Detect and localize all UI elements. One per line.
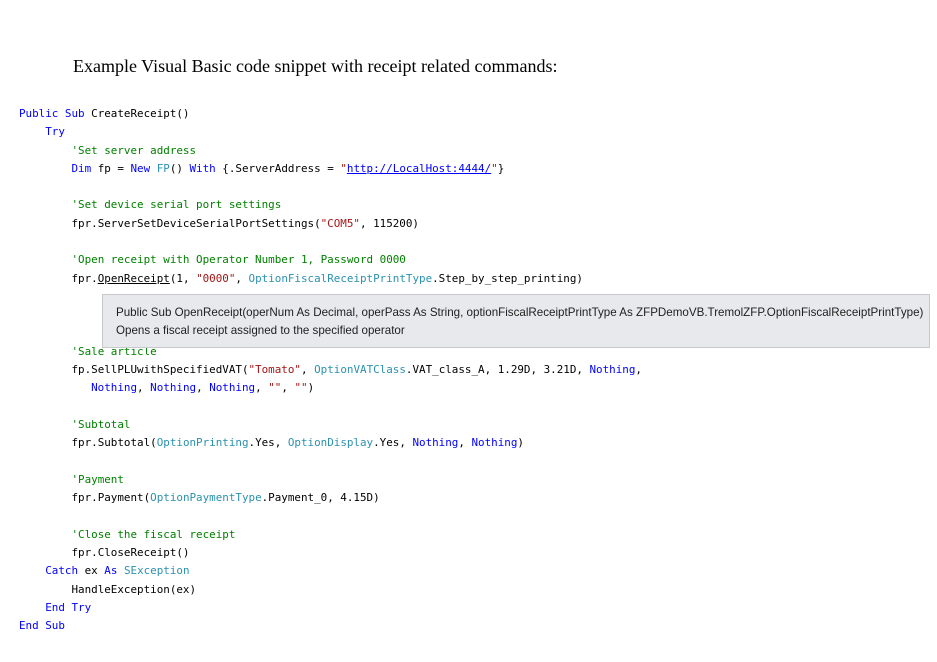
code-block: Public Sub CreateReceipt() Try 'Set serv… (19, 105, 642, 636)
code-line: fp.SellPLUwithSpecifiedVAT("Tomato", Opt… (19, 361, 642, 379)
code-line: Catch ex As SException (19, 562, 642, 580)
keyword: Nothing (412, 436, 459, 450)
code-comment: 'Set device serial port settings (71, 198, 282, 212)
string-literal: "" (268, 381, 282, 395)
code-line: fpr.Payment(OptionPaymentType.Payment_0,… (19, 489, 642, 507)
type-name: OptionVATClass (314, 363, 406, 377)
keyword: Sub (64, 107, 85, 120)
code-text: CreateReceipt() (84, 107, 190, 120)
keyword: Dim (71, 161, 92, 175)
code-text: fpr.Subtotal( (71, 436, 157, 450)
keyword: Catch (45, 564, 79, 578)
quickinfo-tooltip: Public Sub OpenReceipt(operNum As Decima… (102, 294, 930, 348)
keyword: End (45, 601, 65, 615)
code-line: Dim fp = New FP() With {.ServerAddress =… (19, 160, 642, 178)
code-comment: 'Close the fiscal receipt (71, 527, 236, 541)
string-literal: "COM5" (320, 216, 360, 230)
tooltip-description: Opens a fiscal receipt assigned to the s… (116, 324, 405, 337)
type-name: FP (156, 161, 170, 175)
code-text: fpr.ServerSetDeviceSerialPortSettings( (71, 216, 321, 230)
code-text: ) (517, 436, 524, 450)
code-text: ex (78, 564, 105, 578)
code-text: fpr. (71, 271, 98, 285)
open-receipt-method[interactable]: OpenReceipt (98, 272, 170, 285)
code-line: Try (19, 123, 642, 141)
snippet-heading: Example Visual Basic code snippet with r… (73, 56, 558, 76)
code-line: 'Close the fiscal receipt (19, 526, 642, 544)
code-text: () (169, 161, 190, 175)
code-text: .Yes, (373, 436, 413, 450)
code-text: } (497, 161, 505, 175)
string-literal: "" (294, 381, 308, 395)
code-text: , (635, 363, 642, 377)
code-line: 'Set server address (19, 142, 642, 160)
code-comment: 'Set server address (71, 143, 197, 157)
code-text: {.ServerAddress = (215, 161, 341, 175)
code-line: 'Payment (19, 471, 642, 489)
code-line: End Sub (19, 617, 642, 635)
keyword: Public (19, 107, 59, 120)
code-text: .Payment_0, 4.15D) (261, 491, 380, 505)
code-comment: 'Subtotal (71, 418, 131, 432)
code-comment: 'Payment (71, 472, 124, 486)
code-text: fp = (91, 161, 131, 175)
code-line: End Try (19, 599, 642, 617)
type-name: OptionFiscalReceiptPrintType (248, 271, 433, 285)
keyword: End (19, 619, 39, 633)
code-line: fpr.OpenReceipt(1, "0000", OptionFiscalR… (19, 270, 642, 288)
code-text: , (235, 271, 249, 285)
keyword: Nothing (209, 381, 256, 395)
server-url-link[interactable]: http://LocalHost:4444/ (347, 162, 491, 175)
keyword: Nothing (91, 381, 138, 395)
keyword: As (104, 564, 118, 578)
type-name: OptionPaymentType (150, 491, 262, 505)
code-line: HandleException(ex) (19, 581, 642, 599)
code-text: , (300, 363, 315, 377)
code-text: , (137, 381, 151, 395)
code-text: HandleException(ex) (71, 582, 197, 596)
code-line: fpr.Subtotal(OptionPrinting.Yes, OptionD… (19, 434, 642, 452)
string-literal: "0000" (196, 271, 236, 285)
type-name: OptionPrinting (156, 436, 249, 450)
code-text: ) (307, 381, 315, 395)
code-text: .VAT_class_A, 1.29D, 3.21D, (405, 363, 590, 377)
type-name: SException (123, 564, 190, 578)
code-text: .Yes, (248, 436, 288, 450)
code-text: , (255, 381, 269, 395)
code-text: (1, (169, 271, 197, 285)
code-text: fpr.CloseReceipt() (71, 546, 190, 560)
code-line: 'Subtotal (19, 416, 642, 434)
code-text: fpr.Payment( (71, 491, 151, 505)
code-line: 'Open receipt with Operator Number 1, Pa… (19, 251, 642, 269)
keyword: Nothing (589, 363, 636, 377)
keyword: Nothing (150, 381, 197, 395)
code-line: fpr.ServerSetDeviceSerialPortSettings("C… (19, 215, 642, 233)
string-literal: "Tomato" (248, 363, 301, 377)
code-line: 'Set device serial port settings (19, 196, 642, 214)
keyword: New (130, 161, 151, 175)
code-text: .Step_by_step_printing) (432, 271, 583, 285)
code-line: fpr.CloseReceipt() (19, 544, 642, 562)
code-text: , (196, 381, 210, 395)
keyword: Sub (45, 619, 65, 633)
keyword: Try (71, 601, 92, 615)
keyword: Nothing (471, 436, 518, 450)
code-line: Public Sub CreateReceipt() (19, 105, 642, 123)
code-text: , 115200) (359, 216, 419, 230)
keyword: With (189, 161, 216, 175)
type-name: OptionDisplay (287, 436, 374, 450)
code-text: fp.SellPLUwithSpecifiedVAT( (71, 363, 249, 377)
tooltip-signature: Public Sub OpenReceipt(operNum As Decima… (116, 306, 924, 319)
keyword: Try (45, 125, 65, 139)
code-comment: 'Open receipt with Operator Number 1, Pa… (71, 253, 406, 267)
code-text: , (281, 381, 295, 395)
code-text: , (458, 436, 472, 450)
code-line: Nothing, Nothing, Nothing, "", "") (19, 379, 642, 397)
